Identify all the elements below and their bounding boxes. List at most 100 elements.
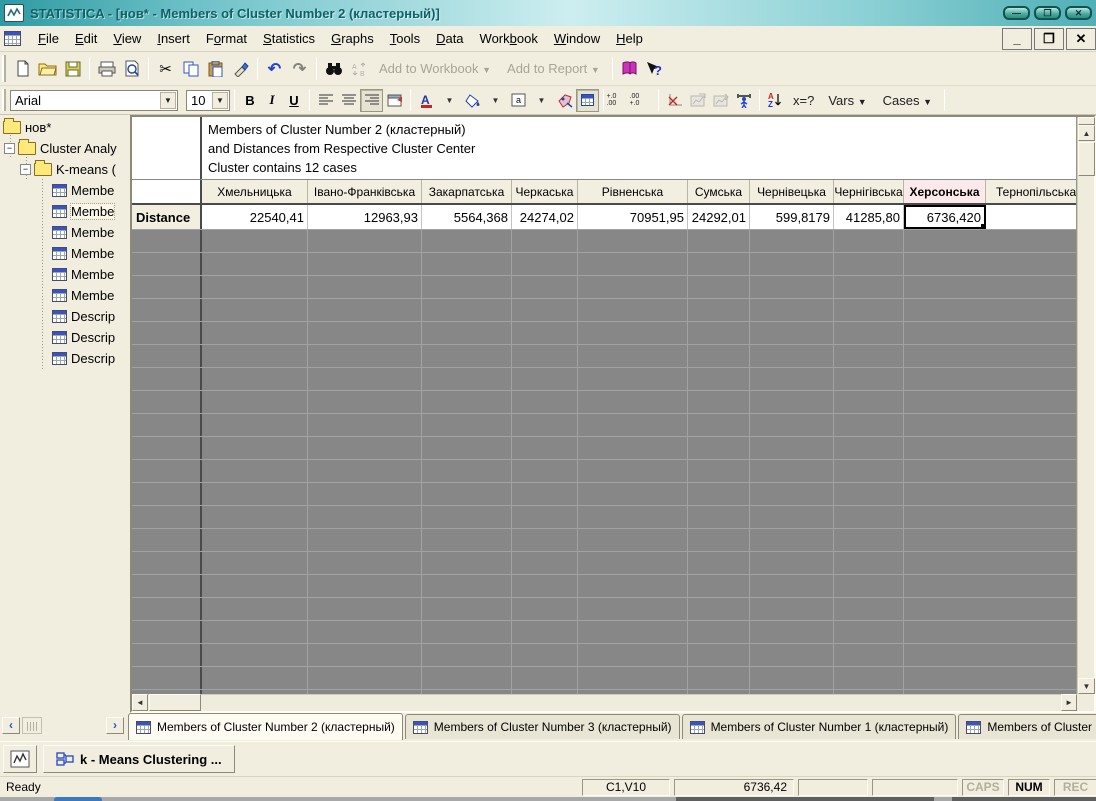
tree-leaf[interactable]: Membe [0,285,128,306]
tree-leaf[interactable]: Membe [0,264,128,285]
add-to-report-button[interactable]: Add to Report ▼ [507,61,600,76]
child-close-button[interactable]: ✕ [1066,28,1096,50]
row-header-corner[interactable] [132,180,202,203]
decrease-decimal-button[interactable]: .00 +.0 [631,89,654,112]
column-header[interactable]: Рівненська [578,180,688,203]
toolbar-grip[interactable] [2,55,6,81]
column-header[interactable]: Сумська [688,180,750,203]
column-header[interactable]: Чернівецька [750,180,834,203]
horizontal-scroll-thumb[interactable] [149,694,201,711]
add-to-workbook-button[interactable]: Add to Workbook ▼ [379,61,491,76]
case-weights-button[interactable] [732,89,755,112]
font-name-combo[interactable]: Arial▼ [10,90,178,111]
tree-leaf[interactable]: Descrip [0,306,128,327]
update-graph-button[interactable] [686,89,709,112]
tree-root[interactable]: нов* [0,117,128,138]
menu-file[interactable]: File [30,28,67,49]
column-header[interactable]: Івано-Франківська [308,180,422,203]
distance-cell[interactable]: 41285,80 [834,205,904,229]
tab-cluster-more[interactable]: Members of Cluster Num [958,714,1096,739]
column-header[interactable]: Чернігівська [834,180,904,203]
menu-insert[interactable]: Insert [149,28,198,49]
empty-grid-area[interactable] [132,229,1076,694]
ab-arrows-button[interactable]: AB [346,56,371,81]
tab-cluster-2[interactable]: Members of Cluster Number 2 (кластерный) [128,713,403,740]
title-bar[interactable]: STATISTICA - [нов* - Members of Cluster … [0,0,1096,26]
distance-cell[interactable]: 24274,02 [512,205,578,229]
format-painter-button[interactable] [228,56,253,81]
sheet-corner-cell[interactable] [132,117,202,179]
tree-leaf[interactable]: Membe [0,180,128,201]
distance-cell[interactable]: 22540,41 [202,205,308,229]
menu-window[interactable]: Window [546,28,608,49]
tree-leaf[interactable]: Membe [0,243,128,264]
restore-button[interactable]: ❐ [1034,6,1061,20]
open-button[interactable] [35,56,60,81]
print-preview-button[interactable] [119,56,144,81]
redo-button[interactable]: ↷ [287,56,312,81]
print-button[interactable] [94,56,119,81]
toolbar-grip[interactable] [2,89,6,111]
vertical-scroll-thumb[interactable] [1078,142,1095,176]
distance-cell[interactable]: 12963,93 [308,205,422,229]
menu-data[interactable]: Data [428,28,471,49]
menu-edit[interactable]: Edit [67,28,105,49]
vars-button[interactable]: Vars ▼ [828,93,866,108]
distance-cell-selected[interactable]: 6736,420 [904,205,986,229]
italic-button[interactable]: I [261,89,283,111]
scroll-left-icon[interactable]: ◄ [132,694,148,711]
grid-button[interactable] [576,89,599,112]
properties-button[interactable] [383,89,406,112]
tree-scroll-left-button[interactable]: ‹ [2,717,20,734]
kmeans-clustering-button[interactable]: k - Means Clustering ... [43,745,235,773]
scroll-right-icon[interactable]: ► [1061,694,1077,711]
distance-cell[interactable]: 70951,95 [578,205,688,229]
close-button[interactable]: ✕ [1065,6,1092,20]
font-color-button[interactable]: A [415,89,438,112]
menu-view[interactable]: View [105,28,149,49]
increase-decimal-button[interactable]: +.0 .00 [608,89,631,112]
tab-cluster-3[interactable]: Members of Cluster Number 3 (кластерный) [405,714,680,739]
cut-button[interactable]: ✂ [153,56,178,81]
save-button[interactable] [60,56,85,81]
text-box-dropdown[interactable]: ▼ [530,89,553,112]
child-minimize-button[interactable]: _ [1002,28,1032,50]
menu-workbook[interactable]: Workbook [472,28,546,49]
paste-button[interactable] [203,56,228,81]
scroll-down-icon[interactable]: ▼ [1078,678,1095,694]
menu-tools[interactable]: Tools [382,28,428,49]
tree-scroll-right-button[interactable]: › [106,717,124,734]
glossary-button[interactable] [617,56,642,81]
copy-button[interactable] [178,56,203,81]
sort-button[interactable]: AZ [764,89,787,112]
cases-button[interactable]: Cases ▼ [883,93,932,108]
align-center-button[interactable] [337,89,360,112]
minimize-button[interactable]: — [1003,6,1030,20]
bold-button[interactable]: B [239,89,261,111]
distance-cell[interactable]: 24292,01 [688,205,750,229]
spreadsheet[interactable]: Members of Cluster Number 2 (кластерный)… [132,117,1077,694]
tab-cluster-1[interactable]: Members of Cluster Number 1 (кластерный) [682,714,957,739]
child-restore-button[interactable]: ❐ [1034,28,1064,50]
statistica-button[interactable] [3,745,37,773]
tree-node-cluster-analysis[interactable]: − Cluster Analy [0,138,128,159]
menu-graphs[interactable]: Graphs [323,28,382,49]
fill-color-button[interactable] [461,89,484,112]
tree-leaf[interactable]: Membe [0,222,128,243]
vertical-scrollbar[interactable]: ▲ ▼ [1077,117,1094,694]
tree-leaf[interactable]: Descrip [0,348,128,369]
menu-format[interactable]: Format [198,28,255,49]
align-left-button[interactable] [314,89,337,112]
collapse-icon[interactable]: − [4,143,15,154]
column-header[interactable]: Хмельницька [202,180,308,203]
fill-handle[interactable] [981,224,985,228]
align-right-button[interactable] [360,89,383,112]
collapse-icon[interactable]: − [20,164,31,175]
context-help-button[interactable]: ? [642,56,667,81]
text-box-button[interactable]: a [507,89,530,112]
tree-node-kmeans[interactable]: − K-means ( [0,159,128,180]
scroll-split-box[interactable] [1078,117,1095,125]
row-header-distance[interactable]: Distance [132,205,202,229]
distance-cell[interactable]: 599,8179 [750,205,834,229]
scroll-up-icon[interactable]: ▲ [1078,125,1095,141]
